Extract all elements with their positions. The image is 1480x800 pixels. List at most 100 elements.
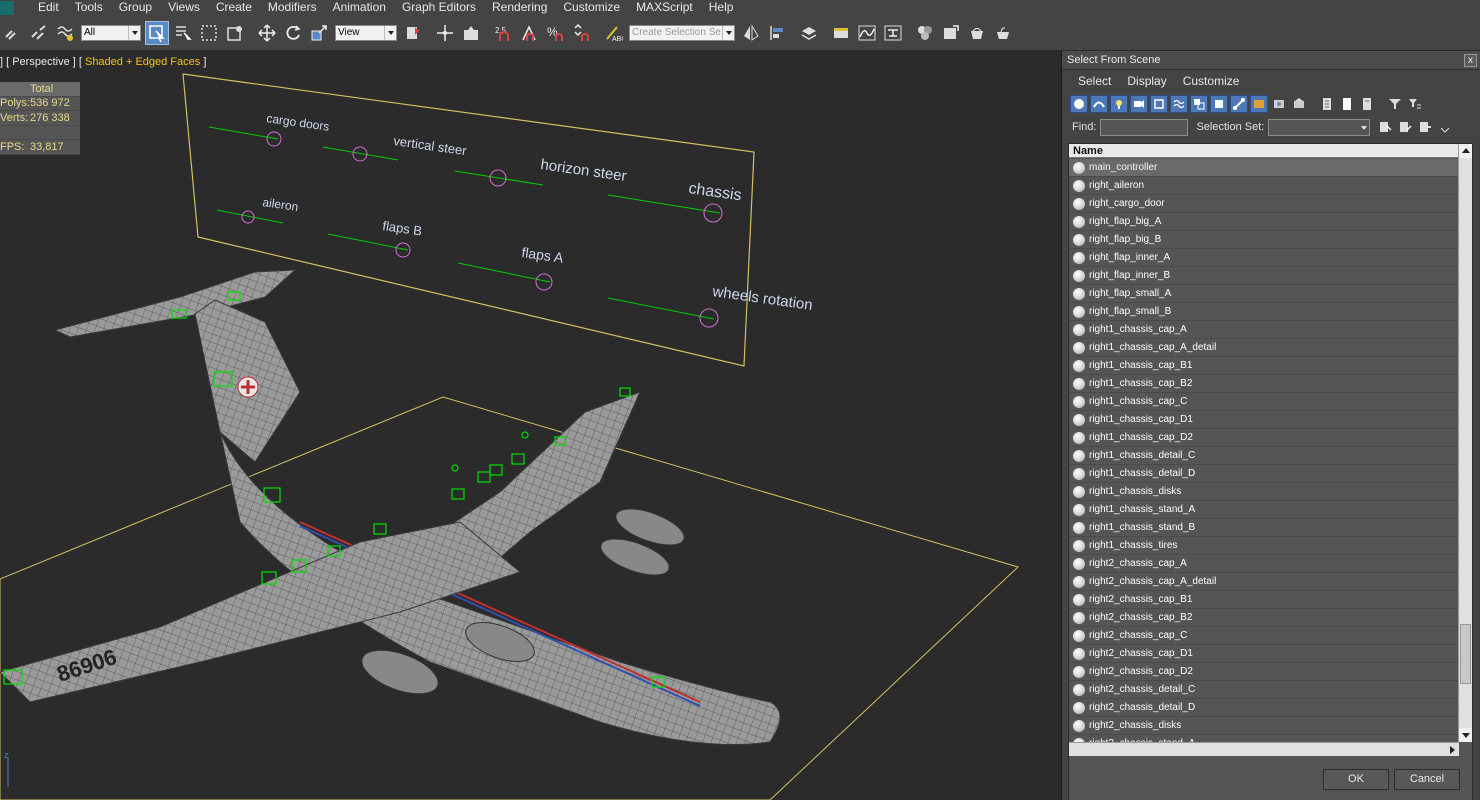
angle-snap-icon[interactable]	[517, 21, 541, 45]
select-object-icon[interactable]	[145, 21, 169, 45]
display-none-icon[interactable]	[1338, 95, 1356, 113]
list-item[interactable]: right1_chassis_tires	[1069, 537, 1459, 555]
render-production-icon[interactable]	[991, 21, 1015, 45]
list-item[interactable]: right_flap_big_B	[1069, 231, 1459, 249]
menu-group[interactable]: Group	[111, 0, 160, 16]
list-item[interactable]: right_cargo_door	[1069, 195, 1459, 213]
display-all-icon[interactable]	[1318, 95, 1336, 113]
chevron-down-icon[interactable]	[722, 26, 734, 40]
list-item[interactable]: right2_chassis_cap_B1	[1069, 591, 1459, 609]
display-invert-icon[interactable]	[1358, 95, 1376, 113]
dialog-menu-display[interactable]: Display	[1127, 74, 1166, 88]
material-editor-icon[interactable]	[913, 21, 937, 45]
dialog-menu-customize[interactable]: Customize	[1183, 74, 1240, 88]
select-invert-icon[interactable]	[1416, 118, 1434, 136]
list-item[interactable]: right1_chassis_cap_A	[1069, 321, 1459, 339]
list-item[interactable]: right1_chassis_detail_D	[1069, 465, 1459, 483]
list-item[interactable]: right_aileron	[1069, 177, 1459, 195]
list-item[interactable]: right1_chassis_detail_C	[1069, 447, 1459, 465]
display-cameras-icon[interactable]	[1130, 95, 1148, 113]
list-item[interactable]: right2_chassis_cap_D2	[1069, 663, 1459, 681]
link-icon[interactable]	[1, 21, 25, 45]
close-icon[interactable]: x	[1464, 54, 1477, 67]
list-item[interactable]: right2_chassis_cap_D1	[1069, 645, 1459, 663]
align-icon[interactable]	[765, 21, 789, 45]
viewport-shading-mode[interactable]: Shaded + Edged Faces	[82, 56, 203, 68]
list-item[interactable]: right2_chassis_cap_A	[1069, 555, 1459, 573]
list-item[interactable]: right1_chassis_cap_D1	[1069, 411, 1459, 429]
viewport-scene[interactable]: cargo doors vertical steer horizon steer…	[0, 52, 1060, 800]
selection-filter-dropdown[interactable]: All	[81, 25, 141, 41]
perspective-viewport[interactable]: cargo doors vertical steer horizon steer…	[0, 52, 1060, 800]
chevron-down-icon[interactable]	[1359, 120, 1369, 135]
horizontal-scrollbar[interactable]	[1069, 742, 1459, 756]
list-item[interactable]: right2_chassis_detail_C	[1069, 681, 1459, 699]
display-helpers-icon[interactable]	[1150, 95, 1168, 113]
schematic-view-icon[interactable]	[881, 21, 905, 45]
spinner-snap-icon[interactable]	[569, 21, 593, 45]
percent-snap-icon[interactable]: %	[543, 21, 567, 45]
chevron-down-icon[interactable]	[384, 26, 396, 40]
list-item[interactable]: right2_chassis_cap_B2	[1069, 609, 1459, 627]
snap-toggle-icon[interactable]: 2.5	[491, 21, 515, 45]
chevron-down-icon[interactable]	[128, 26, 140, 40]
select-none-icon[interactable]	[1396, 118, 1414, 136]
list-item[interactable]: right1_chassis_disks	[1069, 483, 1459, 501]
rotate-icon[interactable]	[281, 21, 305, 45]
list-item[interactable]: right_flap_small_B	[1069, 303, 1459, 321]
cancel-button[interactable]: Cancel	[1394, 769, 1460, 790]
named-selection-set-dropdown[interactable]: Create Selection Se	[629, 25, 735, 41]
list-item[interactable]: right2_chassis_cap_A_detail	[1069, 573, 1459, 591]
menu-tools[interactable]: Tools	[67, 0, 111, 16]
unlink-icon[interactable]	[27, 21, 51, 45]
scale-icon[interactable]	[307, 21, 331, 45]
list-item[interactable]: right1_chassis_cap_D2	[1069, 429, 1459, 447]
filter-list-icon[interactable]	[1406, 95, 1424, 113]
display-xrefs-icon[interactable]	[1210, 95, 1228, 113]
list-item[interactable]: right2_chassis_disks	[1069, 717, 1459, 735]
bind-spacewarp-icon[interactable]	[53, 21, 77, 45]
list-item[interactable]: main_controller	[1069, 159, 1459, 177]
scroll-down-icon[interactable]	[1459, 728, 1472, 742]
curve-editor-icon[interactable]	[855, 21, 879, 45]
list-item[interactable]: right_flap_small_A	[1069, 285, 1459, 303]
menu-maxscript[interactable]: MAXScript	[628, 0, 701, 16]
display-lights-icon[interactable]	[1110, 95, 1128, 113]
scene-object-list[interactable]: Name main_controller right_aileron right_c…	[1068, 143, 1473, 800]
scroll-right-icon[interactable]	[1446, 743, 1459, 756]
menu-create[interactable]: Create	[208, 0, 260, 16]
list-item[interactable]: right_flap_big_A	[1069, 213, 1459, 231]
menu-help[interactable]: Help	[701, 0, 742, 16]
keyboard-shortcut-icon[interactable]	[459, 21, 483, 45]
ribbon-toggle-icon[interactable]	[829, 21, 853, 45]
menu-edit[interactable]: Edit	[30, 0, 67, 16]
selection-set-dropdown[interactable]	[1268, 118, 1371, 136]
pivot-center-icon[interactable]	[401, 21, 425, 45]
viewport-label-start[interactable]: ] [ Perspective ] [	[0, 56, 82, 68]
find-input[interactable]	[1100, 118, 1189, 136]
vertical-scrollbar[interactable]	[1458, 144, 1472, 742]
display-spacewarps-icon[interactable]	[1170, 95, 1188, 113]
mirror-icon[interactable]	[739, 21, 763, 45]
scroll-up-icon[interactable]	[1459, 144, 1472, 158]
menu-customize[interactable]: Customize	[555, 0, 628, 16]
display-bones-icon[interactable]	[1230, 95, 1248, 113]
name-column-header[interactable]: Name	[1069, 144, 1472, 158]
list-item[interactable]: right2_chassis_detail_D	[1069, 699, 1459, 717]
list-item[interactable]: right_flap_inner_A	[1069, 249, 1459, 267]
display-groups-icon[interactable]	[1190, 95, 1208, 113]
select-all-icon[interactable]	[1376, 118, 1394, 136]
scrollbar-thumb[interactable]	[1460, 624, 1471, 684]
reference-coordinate-dropdown[interactable]: View	[335, 25, 397, 41]
menu-graph-editors[interactable]: Graph Editors	[394, 0, 484, 16]
display-geometry-icon[interactable]	[1070, 95, 1088, 113]
list-item[interactable]: right1_chassis_stand_A	[1069, 501, 1459, 519]
select-by-name-icon[interactable]	[171, 21, 195, 45]
layer-manager-icon[interactable]	[797, 21, 821, 45]
display-shapes-icon[interactable]	[1090, 95, 1108, 113]
options-chevron-icon[interactable]	[1436, 118, 1454, 136]
list-item[interactable]: right1_chassis_stand_B	[1069, 519, 1459, 537]
menu-animation[interactable]: Animation	[325, 0, 394, 16]
menu-modifiers[interactable]: Modifiers	[260, 0, 325, 16]
list-item[interactable]: right1_chassis_cap_B1	[1069, 357, 1459, 375]
